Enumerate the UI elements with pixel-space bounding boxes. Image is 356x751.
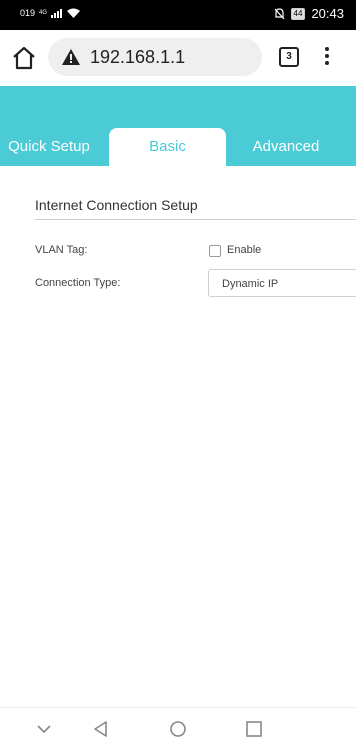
chevron-down-icon[interactable]	[33, 718, 55, 740]
tab-basic[interactable]: Basic	[109, 128, 226, 166]
address-bar[interactable]: 192.168.1.1	[48, 38, 262, 76]
vlan-tag-label: VLAN Tag:	[35, 244, 88, 256]
status-right: 44 20:43	[274, 6, 344, 21]
section-divider	[35, 219, 356, 220]
url-text[interactable]: 192.168.1.1	[90, 47, 185, 68]
overflow-menu-icon[interactable]	[322, 45, 332, 69]
connection-type-label: Connection Type:	[35, 277, 121, 289]
connection-type-select[interactable]: Dynamic IP	[208, 269, 356, 297]
wifi-icon	[67, 8, 81, 18]
connection-type-value: Dynamic IP	[222, 278, 279, 290]
section-title: Internet Connection Setup	[35, 197, 198, 213]
home-button-icon[interactable]	[167, 718, 189, 740]
status-left: 019 4G	[20, 8, 81, 18]
back-icon[interactable]	[90, 718, 112, 740]
tab-advanced[interactable]: Advanced	[226, 128, 346, 166]
home-icon[interactable]	[11, 45, 37, 71]
status-bar: 019 4G 44 20:43	[0, 0, 356, 30]
clock: 20:43	[311, 6, 344, 21]
vlan-enable-checkbox[interactable]	[209, 245, 221, 257]
mute-bell-icon	[274, 7, 284, 19]
signal-icon	[51, 8, 63, 18]
tab-switcher-button[interactable]: 3	[279, 47, 299, 67]
vlan-enable-label[interactable]: Enable	[227, 244, 261, 256]
battery-icon: 44	[290, 7, 306, 20]
network-label: 4G	[39, 10, 48, 16]
tab-quick-setup[interactable]: Quick Setup	[0, 128, 98, 166]
recents-icon[interactable]	[243, 718, 265, 740]
carrier-label: 019	[20, 8, 36, 18]
browser-toolbar: 192.168.1.1 3	[0, 30, 356, 86]
system-nav-bar	[0, 707, 356, 751]
warning-icon[interactable]	[62, 49, 80, 65]
